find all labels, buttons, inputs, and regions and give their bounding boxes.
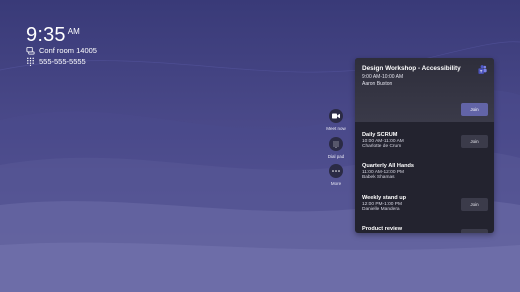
teams-icon: T bbox=[478, 65, 487, 74]
meet-now-label: Meet now bbox=[326, 126, 346, 131]
join-button[interactable]: Join bbox=[461, 135, 488, 148]
featured-meeting-title: Design Workshop - Accessibility bbox=[362, 65, 461, 72]
more-circle[interactable] bbox=[329, 164, 343, 178]
meet-now-button[interactable]: Meet now bbox=[325, 109, 347, 131]
featured-meeting-card[interactable]: Design Workshop - Accessibility 9:00 AM-… bbox=[355, 58, 494, 122]
meeting-organizer: Babek Shamas bbox=[362, 175, 395, 180]
dial-pad-icon bbox=[333, 140, 339, 148]
meetings-panel: Design Workshop - Accessibility 9:00 AM-… bbox=[355, 58, 494, 233]
clock: 9:35 AM bbox=[26, 24, 80, 47]
meeting-title: Quarterly All Hands bbox=[362, 163, 415, 169]
join-button-featured[interactable]: Join bbox=[461, 103, 488, 116]
room-phone-row: 555-555-5555 bbox=[26, 57, 86, 66]
room-name-row: Conf room 14005 bbox=[26, 46, 97, 55]
dial-pad-circle[interactable] bbox=[329, 137, 343, 151]
video-camera-icon bbox=[332, 113, 340, 119]
clock-ampm: AM bbox=[67, 27, 80, 36]
room-phone: 555-555-5555 bbox=[39, 57, 86, 66]
join-button-partial[interactable] bbox=[461, 229, 488, 233]
more-button[interactable]: More bbox=[325, 164, 347, 186]
featured-meeting-organizer: Aaron Buxton bbox=[362, 80, 393, 87]
dial-pad-label: Dial pad bbox=[327, 154, 345, 159]
more-icon bbox=[332, 170, 340, 172]
dial-pad-icon bbox=[27, 57, 34, 66]
meeting-item[interactable]: Quarterly All Hands 11:00 AM-12:00 PM Ba… bbox=[362, 163, 488, 180]
join-button[interactable]: Join bbox=[461, 198, 488, 211]
meet-now-circle[interactable] bbox=[329, 109, 343, 123]
room-icon bbox=[26, 46, 35, 55]
more-label: More bbox=[330, 181, 342, 186]
featured-meeting-time: 9:00 AM-10:00 AM bbox=[362, 73, 404, 80]
clock-time: 9:35 bbox=[26, 24, 66, 46]
dial-pad-button[interactable]: Dial pad bbox=[325, 137, 347, 159]
room-name: Conf room 14005 bbox=[39, 46, 97, 55]
